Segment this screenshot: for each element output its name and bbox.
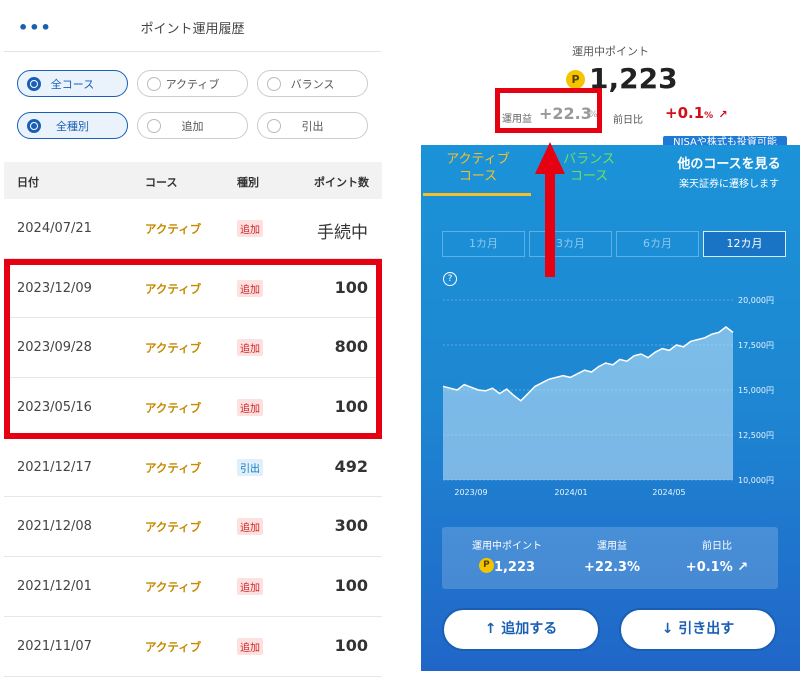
filter-filters_row2-2[interactable]: 引出 [257, 112, 368, 139]
radio-icon [27, 77, 41, 91]
row-course: アクティブ [145, 580, 202, 595]
arrow-down-icon: ↓ [661, 621, 674, 637]
day-over-day-value: +0.1% ↗ [665, 104, 728, 122]
table-row[interactable]: 2021/12/17 アクティブ 引出 492 [4, 438, 382, 498]
other-course-link[interactable]: 他のコースを見る 楽天証券に遷移します [659, 153, 799, 190]
day-over-day-label: 前日比 [613, 115, 643, 126]
row-type-badge: 追加 [237, 578, 263, 596]
summary-points: 運用中ポイント P 1,223 [472, 541, 542, 575]
history-header: ••• ポイント運用履歴 [4, 0, 381, 52]
row-points: 492 [334, 456, 368, 476]
fund-panel: 運用中ポイント P 1,223 運用益 +22.3 % 前日比 +0.1% ↗ … [421, 0, 800, 671]
y-tick-label: 10,000円 [738, 476, 774, 485]
history-panel: ••• ポイント運用履歴 全コース アクティブ バランス 全種別 追加 引出 日付 コー… [0, 0, 385, 677]
row-type-badge: 追加 [237, 637, 263, 655]
summary-dod: 前日比 +0.1% ↗ [685, 541, 749, 575]
highlight-box [495, 88, 602, 133]
add-button[interactable]: ↑ 追加する [442, 608, 600, 651]
arrow-up-icon: ↑ [484, 621, 497, 637]
radio-icon [147, 119, 161, 133]
active-tab-indicator [423, 193, 531, 196]
row-type-badge: 引出 [237, 458, 263, 476]
row-date: 2021/11/07 [17, 638, 92, 654]
tab-active-course[interactable]: アクティブ コース [423, 151, 533, 185]
page-title: ポイント運用履歴 [140, 22, 245, 37]
row-points: 100 [334, 576, 368, 596]
arrow-up-right-icon: ↗ [737, 560, 749, 575]
fund-body: アクティブ コース バランス コース 他のコースを見る 楽天証券に遷移します 1カ月… [421, 145, 800, 671]
row-type-badge: 追加 [237, 220, 263, 237]
row-date: 2024/07/21 [17, 221, 92, 236]
row-points: 手続中 [317, 223, 368, 243]
red-arrow-annotation [535, 142, 565, 277]
filter-filters_row2-1[interactable]: 追加 [137, 112, 248, 139]
period-button-3[interactable]: 12カ月 [703, 231, 786, 257]
y-tick-label: 12,500円 [738, 431, 774, 440]
current-points-label: 運用中ポイント [572, 45, 649, 58]
x-tick-label: 2023/09 [454, 488, 487, 497]
point-coin-icon: P [566, 70, 585, 89]
y-tick-label: 15,000円 [738, 386, 774, 395]
x-tick-label: 2024/05 [652, 488, 685, 497]
radio-icon [147, 77, 161, 91]
header-course: コース [145, 176, 178, 189]
table-row[interactable]: 2021/12/08 アクティブ 追加 300 [4, 497, 382, 558]
row-course: アクティブ [145, 460, 202, 475]
filter-group: 全コース アクティブ バランス 全種別 追加 引出 [17, 70, 368, 154]
withdraw-button[interactable]: ↓ 引き出す [619, 608, 777, 651]
header-type: 種別 [237, 176, 259, 189]
row-date: 2021/12/08 [17, 519, 92, 535]
highlight-box [4, 259, 382, 439]
row-points: 100 [334, 635, 368, 655]
row-points: 300 [334, 516, 368, 536]
period-button-2[interactable]: 6カ月 [616, 231, 699, 257]
header-points: ポイント数 [314, 176, 369, 189]
filter-filters_row2-0[interactable]: 全種別 [17, 112, 128, 139]
radio-icon [27, 119, 41, 133]
row-course: アクティブ [145, 520, 202, 535]
table-row[interactable]: 2021/11/07 アクティブ 追加 100 [4, 617, 382, 677]
current-points-value: 1,223 [589, 62, 678, 95]
y-tick-label: 20,000円 [738, 296, 774, 305]
row-type-badge: 追加 [237, 518, 263, 536]
table-header: 日付 コース 種別 ポイント数 [4, 162, 382, 199]
help-icon[interactable]: ? [443, 272, 457, 286]
row-course: アクティブ [145, 639, 202, 654]
radio-icon [267, 119, 281, 133]
point-coin-icon: P [478, 558, 494, 573]
table-row[interactable]: 2024/07/21 アクティブ 追加 手続中 [4, 199, 382, 259]
filter-filters_row1-0[interactable]: 全コース [17, 70, 128, 97]
filter-filters_row1-2[interactable]: バランス [257, 70, 368, 97]
arrow-up-right-icon: ↗ [718, 108, 728, 121]
header-date: 日付 [17, 176, 39, 189]
radio-icon [267, 77, 281, 91]
summary-gain: 運用益 +22.3% [584, 541, 640, 575]
x-tick-label: 2024/01 [554, 488, 587, 497]
period-button-0[interactable]: 1カ月 [442, 231, 525, 257]
summary-header: 運用中ポイント P 1,223 運用益 +22.3 % 前日比 +0.1% ↗ … [421, 0, 800, 151]
y-tick-label: 17,500円 [738, 341, 774, 350]
course-tabs: アクティブ コース バランス コース 他のコースを見る 楽天証券に遷移します [421, 145, 800, 196]
row-date: 2021/12/01 [17, 579, 92, 595]
table-row[interactable]: 2021/12/01 アクティブ 追加 100 [4, 557, 382, 617]
series-area [443, 327, 733, 480]
summary-card: 運用中ポイント P 1,223 運用益 +22.3% 前日比 +0.1% ↗ [442, 527, 778, 589]
performance-chart: 20,000円 17,500円 15,000円 12,500円 10,000円 2023/… [442, 296, 774, 497]
period-selector: 1カ月 3カ月 6カ月 12カ月 [442, 231, 790, 257]
row-course: アクティブ [145, 222, 202, 236]
filter-filters_row1-1[interactable]: アクティブ [137, 70, 248, 97]
row-date: 2021/12/17 [17, 459, 92, 475]
